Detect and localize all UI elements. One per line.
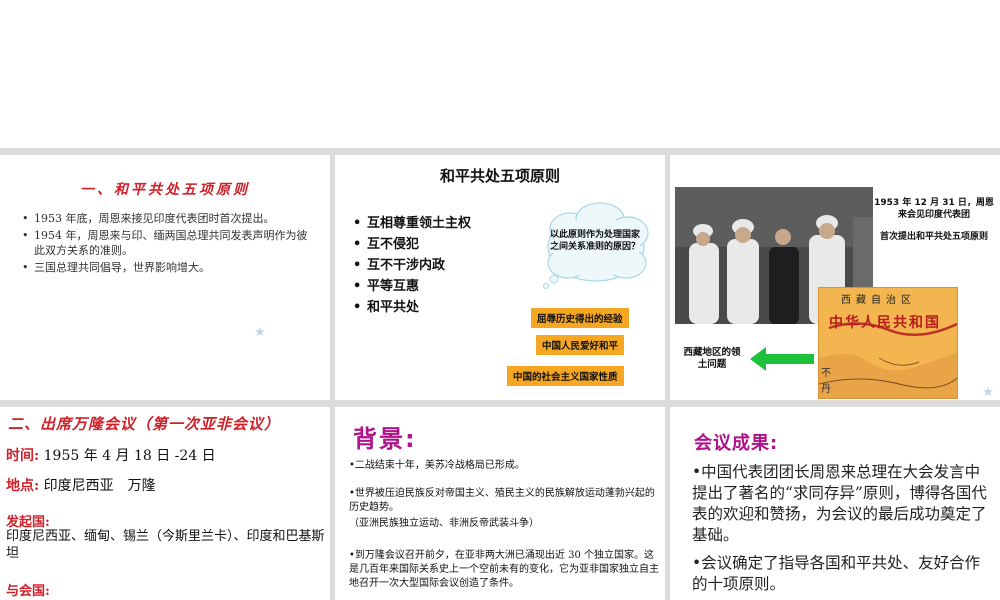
reason-tag: 中国人民爱好和平 xyxy=(536,335,625,355)
slide-bandung-conference[interactable]: 二、出席万隆会议（第一次亚非会议） 时间: 1955 年 4 月 18 日 -2… xyxy=(0,407,330,600)
bullet-item: 1954 年，周恩来与印、缅两国总理共同发表声明作为彼此双方关系的准则。 xyxy=(22,228,317,258)
tibet-map: 西藏自治区 中华人民共和国 不 丹 xyxy=(818,287,958,399)
slide-five-principles-intro[interactable]: 一、和平共处五项原则 1953 年底，周恩来接见印度代表团时首次提出。 1954… xyxy=(0,155,330,400)
map-label: 不 xyxy=(821,368,831,379)
caption-line: 首次提出和平共处五项原则 xyxy=(879,232,988,242)
reason-tag: 屈辱历史得出的经验 xyxy=(531,308,629,328)
background-paragraph: •世界被压迫民族反对帝国主义、殖民主义的民族解放运动蓬勃兴起的历史趋势。 xyxy=(349,488,655,513)
tibet-issue-label: 西藏地区的领土问题 xyxy=(683,347,741,370)
participants-label: 与会国: xyxy=(6,584,50,599)
bullet-item: 1953 年底，周恩来接见印度代表团时首次提出。 xyxy=(22,211,317,226)
map-region-title: 西藏自治区 xyxy=(841,295,916,306)
star-icon: ★ xyxy=(254,325,266,340)
slide-title: 二、出席万隆会议（第一次亚非会议） xyxy=(8,415,281,433)
caption-line: 1953 年 12 月 31 日，周恩来会见印度代表团 xyxy=(874,198,994,220)
slide-conference-results[interactable]: 会议成果: •中国代表团团长周恩来总理在大会发言中提出了著名的“求同存异”原则，… xyxy=(670,407,1000,600)
time-row: 时间: 1955 年 4 月 18 日 -24 日 xyxy=(6,445,216,465)
background-paragraph: •到万隆会议召开前夕，在亚非两大洲已涌现出近 30 个独立国家。这是几百年来国际… xyxy=(349,550,659,589)
slide-five-principles-list[interactable]: 和平共处五项原则 互相尊重领土主权 互不侵犯 互不干涉内政 平等互惠 和平共处 … xyxy=(335,155,665,400)
result-paragraph: •会议确定了指导各国和平共处、友好合作的十项原则。 xyxy=(692,554,981,593)
reason-tag: 中国的社会主义国家性质 xyxy=(507,366,624,386)
result-paragraph: •中国代表团团长周恩来总理在大会发言中提出了著名的“求同存异”原则，博得各国代表… xyxy=(692,463,987,544)
map-label: 丹 xyxy=(821,384,831,395)
slide-background[interactable]: 背景: •二战结束十年，美苏冷战格局已形成。 •世界被压迫民族反对帝国主义、殖民… xyxy=(335,407,665,600)
place-row: 地点: 印度尼西亚 万隆 xyxy=(6,475,156,495)
slide-title: 会议成果: xyxy=(694,433,779,454)
principle-item: 互不侵犯 xyxy=(353,234,471,255)
map-banner: 中华人民共和国 xyxy=(829,315,941,331)
time-label: 时间: xyxy=(6,448,40,464)
principle-item: 互相尊重领土主权 xyxy=(353,213,471,234)
place-label: 地点: xyxy=(6,478,40,494)
slide-title: 一、和平共处五项原则 xyxy=(80,182,250,198)
photo-caption: 1953 年 12 月 31 日，周恩来会见印度代表团 首次提出和平共处五项原则 xyxy=(873,197,995,243)
background-paragraph: •二战结束十年，美苏冷战格局已形成。 xyxy=(349,460,525,471)
principles-list: 互相尊重领土主权 互不侵犯 互不干涉内政 平等互惠 和平共处 xyxy=(353,213,471,318)
slide-title: 和平共处五项原则 xyxy=(439,167,560,185)
principle-item: 平等互惠 xyxy=(353,276,471,297)
time-value: 1955 年 4 月 18 日 -24 日 xyxy=(43,448,216,464)
initiators-value: 印度尼西亚、缅甸、锡兰（今斯里兰卡）、印度和巴基斯坦 xyxy=(6,529,325,561)
bullet-list: 1953 年底，周恩来接见印度代表团时首次提出。 1954 年，周恩来与印、缅两… xyxy=(22,211,317,277)
principle-item: 和平共处 xyxy=(353,297,471,318)
bullet-item: 三国总理共同倡导，世界影响增大。 xyxy=(22,260,317,275)
arrow-left-icon xyxy=(750,347,814,371)
star-icon: ★ xyxy=(982,385,994,400)
cloud-question: 以此原则作为处理国家之间关系准则的原因？ xyxy=(550,230,641,252)
place-value: 印度尼西亚 万隆 xyxy=(43,478,156,494)
slide-1953-meeting[interactable]: 1953 年 12 月 31 日，周恩来会见印度代表团 首次提出和平共处五项原则… xyxy=(670,155,1000,400)
slide-title: 背景: xyxy=(353,425,417,453)
principle-item: 互不干涉内政 xyxy=(353,255,471,276)
background-paragraph: （亚洲民族独立运动、非洲反帝武装斗争） xyxy=(349,518,539,529)
